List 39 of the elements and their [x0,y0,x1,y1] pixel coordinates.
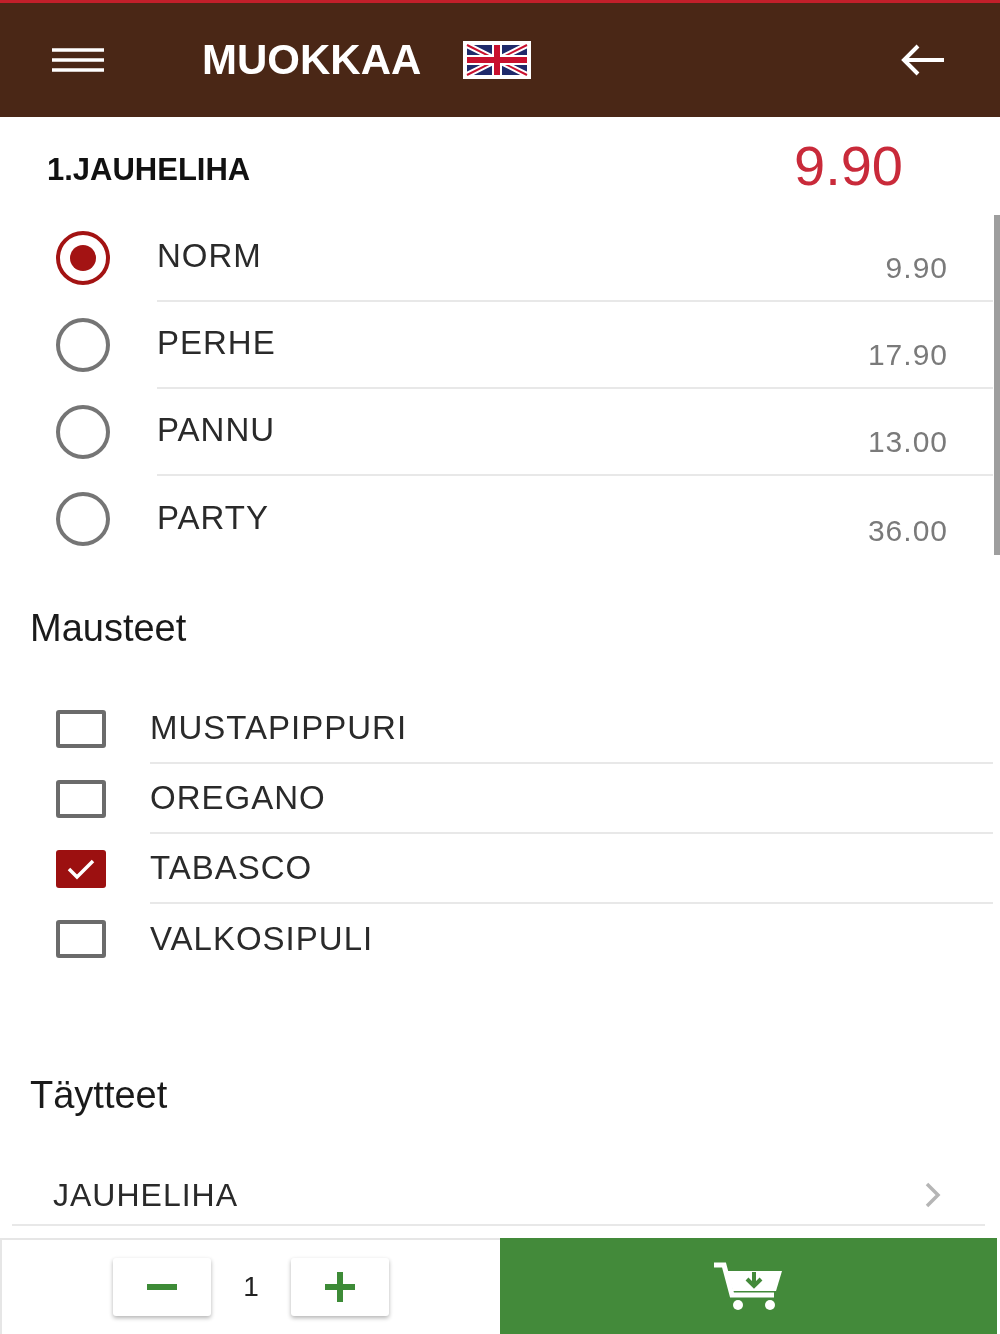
checkbox[interactable] [56,850,106,888]
page-title: MUOKKAA [202,39,422,81]
cart-download-icon [713,1261,784,1311]
checkbox[interactable] [56,780,106,818]
plus-icon [325,1272,355,1302]
size-price: 17.90 [867,337,948,373]
size-price: 9.90 [885,250,948,286]
menu-icon[interactable] [52,47,104,73]
radio-button[interactable] [56,230,110,285]
checkbox[interactable] [56,710,106,748]
checkmark-icon [66,858,96,880]
minus-icon [147,1284,177,1290]
size-label[interactable]: PARTY [157,492,269,543]
spice-label[interactable]: MUSTAPIPPURI [150,703,408,753]
quantity-value: 1 [242,1270,260,1304]
size-price: 36.00 [867,513,948,549]
radio-button[interactable] [56,317,110,372]
section-title: Täytteet [30,1073,168,1118]
radio-button[interactable] [56,404,110,459]
product-name: 1.JAUHELIHA [47,150,251,189]
chevron-right-icon [925,1182,941,1208]
spice-label[interactable]: OREGANO [150,773,326,823]
back-arrow-icon[interactable] [900,43,946,77]
checkbox[interactable] [56,920,106,958]
uk-flag-icon[interactable] [463,41,532,79]
radio-button[interactable] [56,491,110,546]
section-title: Mausteet [30,606,187,651]
product-price: 9.90 [794,138,903,194]
add-to-cart-button[interactable] [500,1238,997,1334]
size-label[interactable]: NORM [157,230,262,281]
decrease-button[interactable] [113,1258,211,1316]
spice-label[interactable]: VALKOSIPULI [150,914,374,964]
size-label[interactable]: PERHE [157,317,276,368]
size-price: 13.00 [867,424,948,460]
filling-row[interactable]: JAUHELIHA [12,1170,985,1226]
increase-button[interactable] [291,1258,389,1316]
spice-label[interactable]: TABASCO [150,843,313,893]
size-label[interactable]: PANNU [157,404,276,455]
filling-label: JAUHELIHA [53,1176,239,1215]
